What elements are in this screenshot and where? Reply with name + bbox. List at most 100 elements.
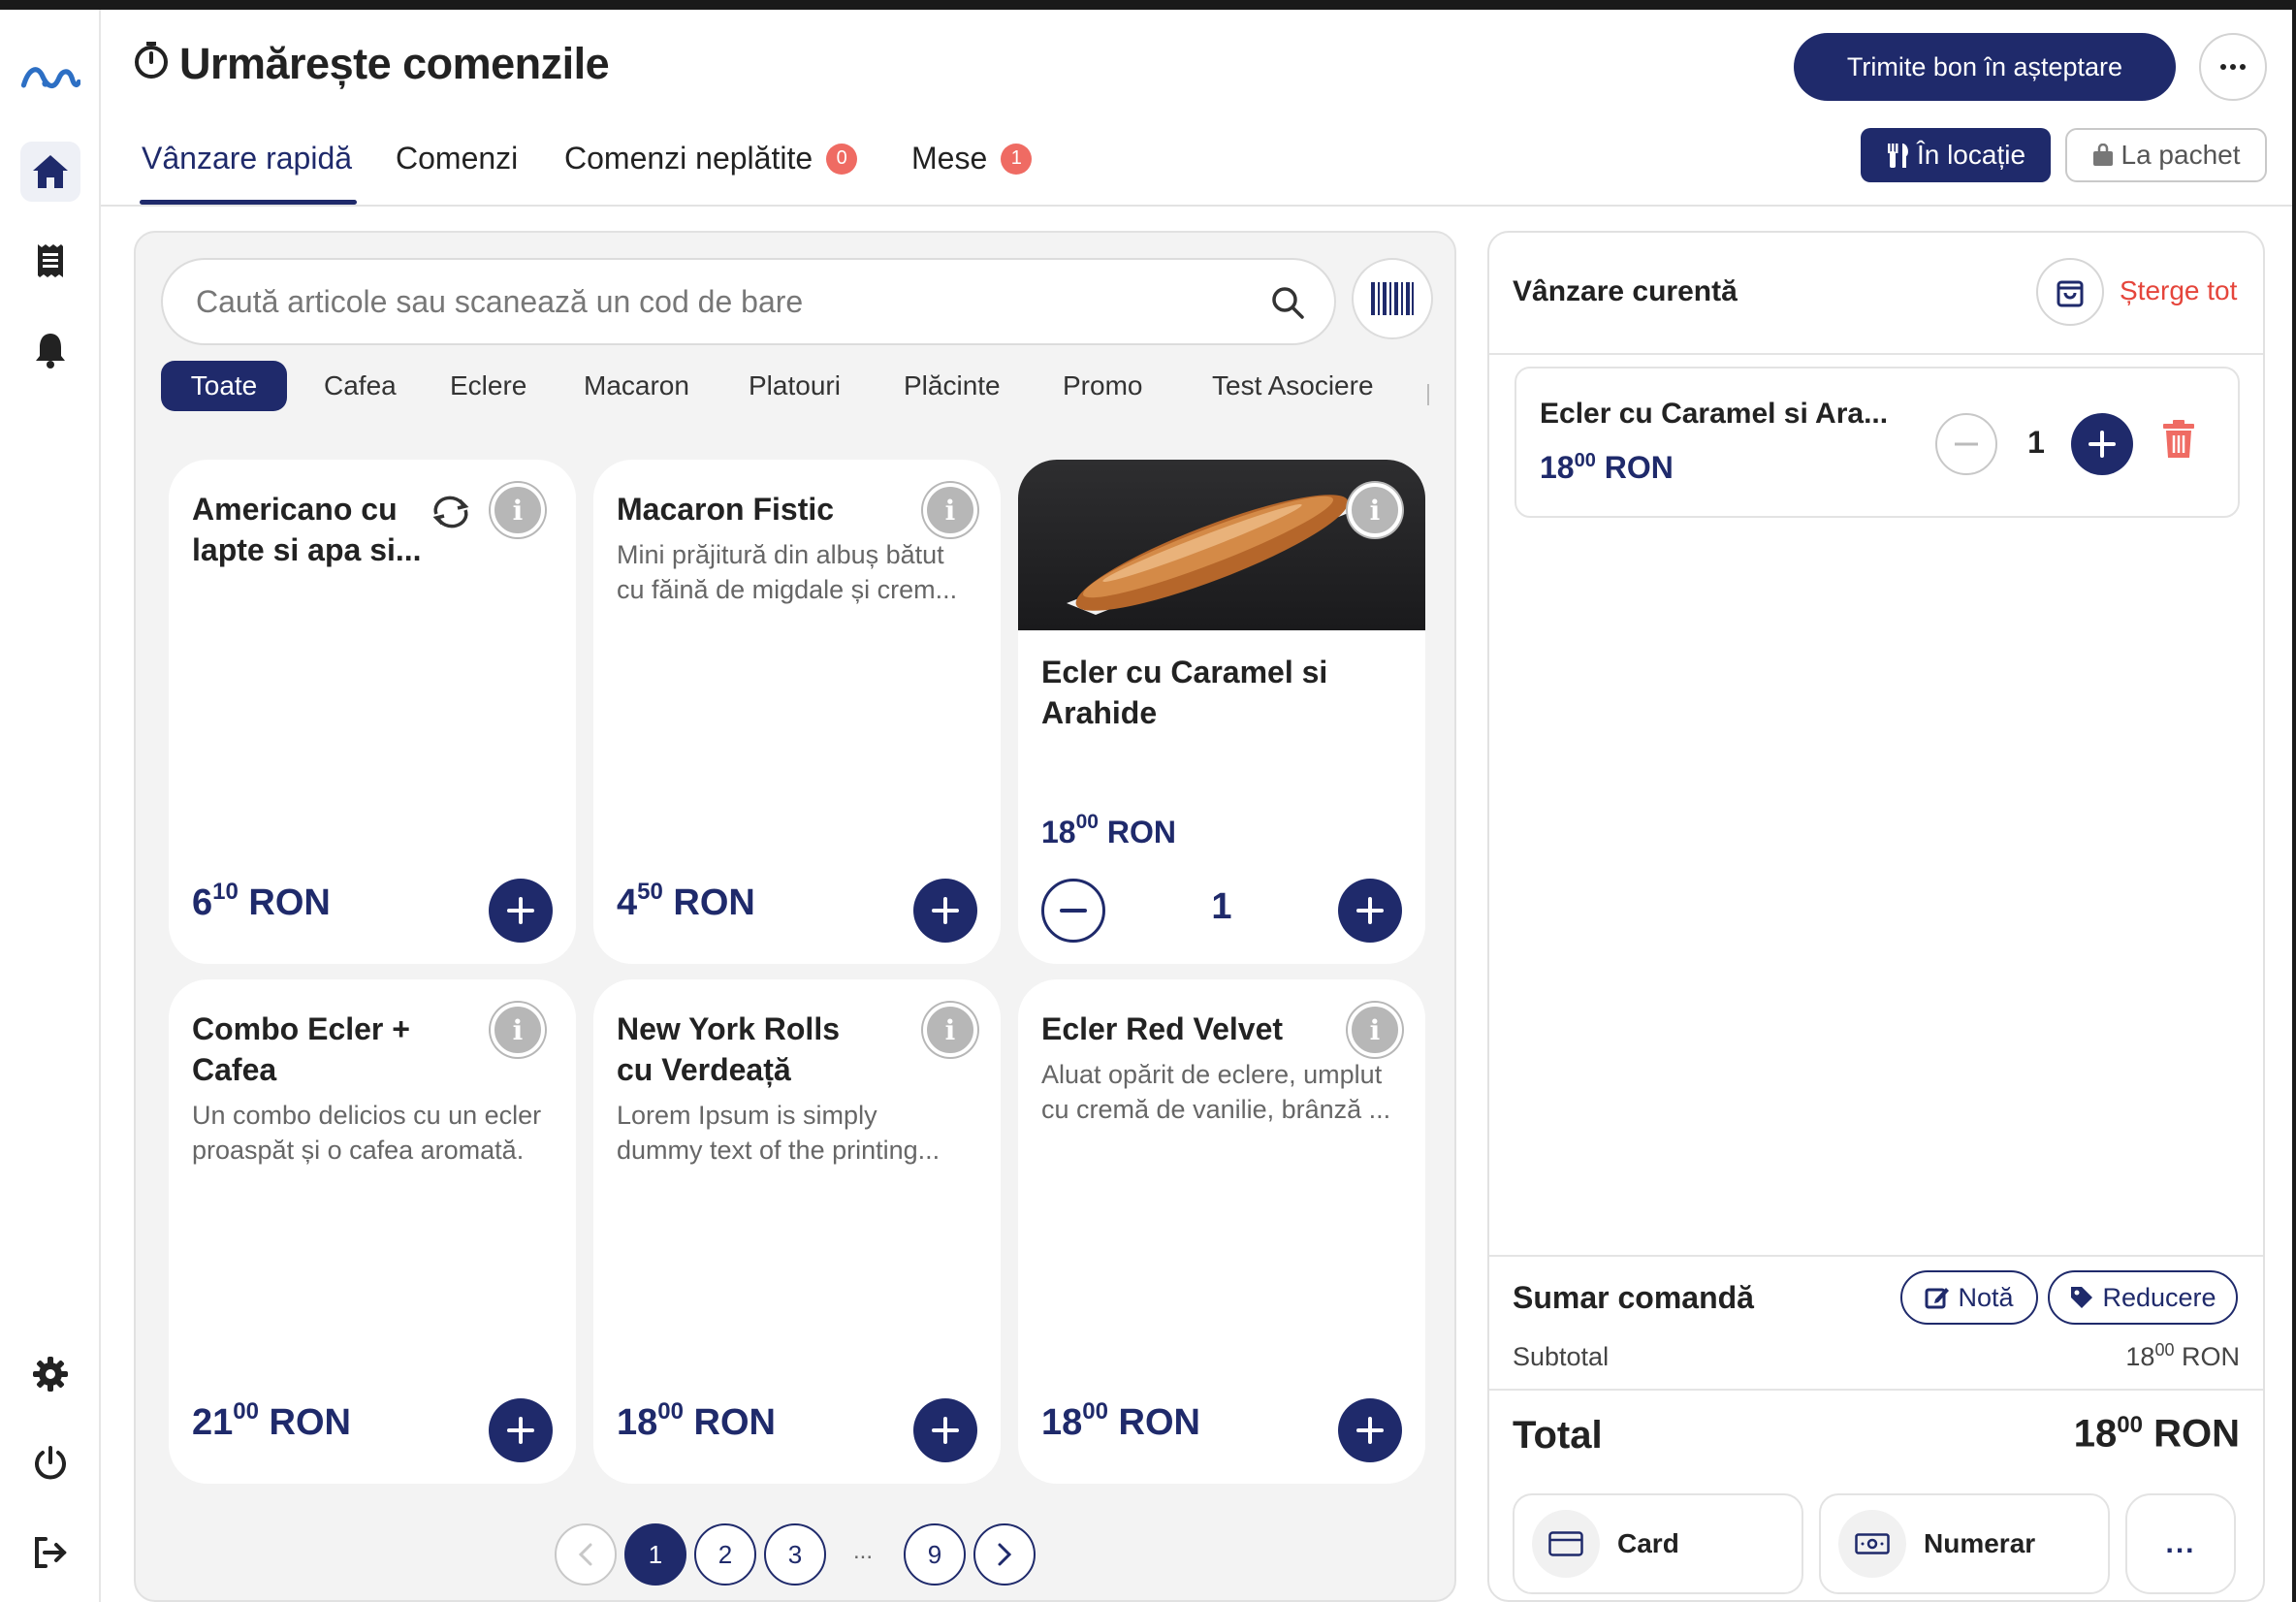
product-card[interactable]: Americano cu lapte si apa si... i 610 RO… [169, 460, 576, 964]
price-currency: RON [693, 1402, 776, 1443]
price-dec: 00 [2154, 1340, 2175, 1360]
category-pies[interactable]: Plăcinte [873, 361, 1032, 411]
price-dec: 00 [657, 1398, 684, 1425]
category-platters[interactable]: Platouri [718, 361, 872, 411]
shopping-bag-icon [2092, 144, 2113, 166]
cart-bag-button[interactable] [2036, 258, 2104, 326]
price-int: 18 [2073, 1412, 2118, 1456]
search-input[interactable]: Caută articole sau scanează un cod de ba… [161, 258, 1336, 345]
price-int: 18 [1540, 450, 1575, 485]
product-card-selected[interactable]: i Ecler cu Caramel si Arahide 1800 RON 1 [1018, 460, 1425, 964]
cart-item-name: Ecler cu Caramel si Ara... [1540, 398, 1889, 430]
logout-icon[interactable] [20, 1522, 80, 1583]
pagination-page-1[interactable]: 1 [624, 1523, 686, 1586]
pagination-page-2[interactable]: 2 [694, 1523, 756, 1586]
product-description-line1: Lorem Ipsum is simply [617, 1101, 877, 1130]
pagination-page-3[interactable]: 3 [764, 1523, 826, 1586]
product-name: Macaron Fistic [617, 492, 835, 527]
product-card[interactable]: Macaron Fistic i Mini prăjitură din albu… [593, 460, 1001, 964]
add-to-cart-button[interactable] [913, 1398, 977, 1462]
cart-item-price: 1800 RON [1540, 450, 1674, 486]
decrease-quantity-button[interactable] [1041, 879, 1105, 943]
active-tab-indicator [140, 200, 357, 205]
combo-sync-icon [432, 496, 469, 529]
clear-all-link[interactable]: Șterge tot [2120, 275, 2237, 306]
price-int: 18 [1041, 1402, 1083, 1443]
more-payment-options-button[interactable]: ... [2125, 1493, 2236, 1594]
subtotal-value: 1800 RON [2125, 1340, 2240, 1372]
category-coffee[interactable]: Cafea [293, 361, 428, 411]
info-icon[interactable]: i [1348, 483, 1402, 537]
cart-decrease-button[interactable] [1935, 413, 1997, 475]
tag-icon [2071, 1287, 2093, 1308]
tab-unpaid-orders[interactable]: Comenzi neplătite 0 [564, 141, 858, 176]
product-card[interactable]: New York Rolls cu Verdeață i Lorem Ipsum… [593, 979, 1001, 1484]
cart-increase-button[interactable] [2071, 413, 2133, 475]
info-icon[interactable]: i [1348, 1003, 1402, 1057]
cash-icon [1838, 1510, 1906, 1578]
summary-title: Sumar comandă [1513, 1280, 1754, 1315]
add-to-cart-button[interactable] [1338, 1398, 1402, 1462]
product-price: 450 RON [617, 879, 755, 924]
send-pending-receipt-button[interactable]: Trimite bon în așteptare [1794, 33, 2176, 101]
product-description-line2: cu făină de migdale și crem... [617, 575, 958, 604]
category-test-asociere[interactable]: Test Asociere [1181, 361, 1405, 411]
plus-icon [1356, 897, 1384, 924]
shopping-bag-icon [2057, 280, 2084, 307]
product-card[interactable]: Ecler Red Velvet i Aluat opărit de ecler… [1018, 979, 1425, 1484]
add-note-label: Notă [1958, 1282, 2014, 1312]
page-title-text: Urmărește comenzile [179, 39, 610, 88]
category-promo[interactable]: Promo [1032, 361, 1173, 411]
barcode-scan-button[interactable] [1352, 258, 1433, 339]
search-placeholder: Caută articole sau scanează un cod de ba… [196, 283, 804, 319]
dine-in-toggle[interactable]: În locație [1861, 128, 2051, 182]
home-icon[interactable] [20, 142, 80, 202]
search-icon[interactable] [1270, 285, 1305, 320]
category-macaron[interactable]: Macaron [553, 361, 720, 411]
info-icon[interactable]: i [491, 1003, 545, 1057]
product-quantity: 1 [1211, 886, 1232, 927]
add-to-cart-button[interactable] [489, 1398, 553, 1462]
add-note-button[interactable]: Notă [1900, 1270, 2038, 1325]
price-dec: 00 [1082, 1398, 1108, 1425]
category-eclairs[interactable]: Eclere [419, 361, 558, 411]
logo-icon[interactable] [20, 48, 80, 109]
product-card[interactable]: Combo Ecler + Cafea i Un combo delicios … [169, 979, 576, 1484]
tab-quick-sale[interactable]: Vânzare rapidă [142, 141, 352, 176]
more-options-button[interactable] [2199, 33, 2267, 101]
product-name: New York Rolls cu Verdeață [617, 1011, 840, 1087]
settings-gear-icon[interactable] [20, 1344, 80, 1404]
increase-quantity-button[interactable] [1338, 879, 1402, 943]
cart-item-quantity: 1 [2027, 425, 2045, 460]
unpaid-count-badge: 0 [826, 143, 858, 175]
receipt-icon[interactable] [20, 231, 80, 291]
pay-card-button[interactable]: Card [1513, 1493, 1803, 1594]
discount-button[interactable]: Reducere [2048, 1270, 2238, 1325]
tab-tables[interactable]: Mese 1 [911, 141, 1033, 176]
pagination-prev-button[interactable] [555, 1523, 617, 1586]
price-dec: 00 [1574, 450, 1596, 471]
info-icon[interactable]: i [491, 483, 545, 537]
plus-icon [1356, 1417, 1384, 1444]
bell-icon[interactable] [20, 320, 80, 380]
discount-label: Reducere [2102, 1282, 2216, 1312]
product-price: 610 RON [192, 879, 331, 924]
takeaway-toggle[interactable]: La pachet [2065, 128, 2267, 182]
pay-cash-button[interactable]: Numerar [1819, 1493, 2110, 1594]
price-currency: RON [2153, 1412, 2240, 1456]
stopwatch-icon [133, 39, 170, 89]
product-description-line2: cu cremă de vanilie, brânză ... [1041, 1095, 1391, 1124]
add-to-cart-button[interactable] [489, 879, 553, 943]
add-to-cart-button[interactable] [913, 879, 977, 943]
pagination-next-button[interactable] [973, 1523, 1036, 1586]
product-price: 1800 RON [1041, 1398, 1200, 1444]
delete-item-button[interactable] [2162, 419, 2195, 465]
category-all[interactable]: Toate [161, 361, 287, 411]
info-icon[interactable]: i [923, 483, 977, 537]
pagination-page-last[interactable]: 9 [904, 1523, 966, 1586]
info-icon[interactable]: i [923, 1003, 977, 1057]
tab-orders[interactable]: Comenzi [396, 141, 518, 176]
product-name: Combo Ecler + Cafea [192, 1011, 410, 1087]
tables-count-badge: 1 [1001, 143, 1033, 175]
power-icon[interactable] [20, 1433, 80, 1493]
